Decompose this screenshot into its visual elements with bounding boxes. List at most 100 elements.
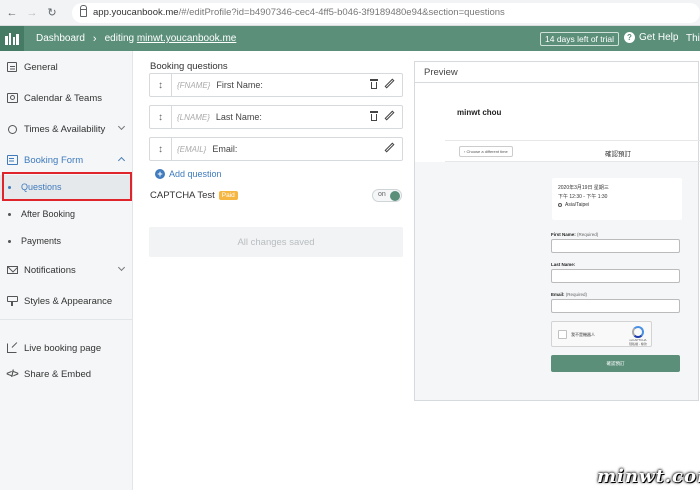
- forward-arrow-icon[interactable]: →: [26, 7, 38, 19]
- sidebar-item-label: Booking Form: [24, 154, 84, 166]
- sidebar-item-label: Share & Embed: [24, 368, 92, 380]
- back-arrow-icon[interactable]: ←: [6, 7, 18, 19]
- lock-icon: [80, 4, 88, 17]
- breadcrumb-editing: editing minwt.youcanbook.me: [105, 33, 237, 44]
- app-logo-icon[interactable]: [0, 26, 24, 51]
- recaptcha-brand: reCAPTCHA 隱私權 - 條款: [626, 338, 650, 346]
- watch-icon: [6, 123, 18, 135]
- recaptcha-text: 我不是機器人: [571, 332, 595, 337]
- toggle-state-label: on: [378, 191, 386, 198]
- plus-circle-icon: +: [155, 169, 165, 179]
- mail-icon: [6, 264, 18, 276]
- sidebar-item-label: General: [24, 61, 58, 73]
- recaptcha-widget: 我不是機器人 reCAPTCHA 隱私權 - 條款: [551, 321, 652, 347]
- trial-badge[interactable]: 14 days left of trial: [540, 32, 619, 46]
- preview-submit-button[interactable]: 確認預訂: [551, 355, 680, 372]
- paint-roller-icon: [6, 295, 18, 307]
- question-label: Last Name:: [215, 112, 262, 122]
- question-row-first-name[interactable]: ↕ {FNAME} First Name:: [149, 73, 403, 97]
- bullet-icon: [8, 212, 11, 216]
- header-overflow-text[interactable]: Thi: [686, 33, 700, 44]
- paid-badge: Paid: [218, 191, 238, 200]
- sidebar-subitem-payments[interactable]: Payments: [0, 229, 132, 253]
- preview-last-name-input[interactable]: [551, 269, 680, 283]
- drag-handle-icon[interactable]: ↕: [150, 74, 172, 96]
- add-question-button[interactable]: + Add question: [155, 169, 222, 179]
- sidebar: General Calendar & Teams Times & Availab…: [0, 51, 133, 490]
- preview-first-name-input[interactable]: [551, 239, 680, 253]
- recaptcha-logo-icon: [632, 326, 644, 338]
- booking-date: 2020年3月19日 星期三: [558, 185, 609, 191]
- question-tag: {FNAME}: [177, 80, 211, 90]
- preview-title: Preview: [415, 62, 698, 83]
- sidebar-item-notifications[interactable]: Notifications: [0, 258, 132, 282]
- sidebar-subitem-after-booking[interactable]: After Booking: [0, 202, 132, 226]
- url-path: /#/editProfile?id=b4907346-cec4-4ff5-b04…: [178, 7, 505, 18]
- drag-handle-icon[interactable]: ↕: [150, 106, 172, 128]
- bullet-icon: [8, 239, 11, 243]
- drag-handle-icon[interactable]: ↕: [150, 138, 172, 160]
- field-label-text: Email:: [551, 292, 565, 297]
- breadcrumb-dashboard[interactable]: Dashboard: [36, 33, 85, 44]
- pencil-icon[interactable]: [384, 79, 394, 89]
- add-question-label: Add question: [169, 169, 222, 179]
- recaptcha-checkbox[interactable]: [558, 330, 567, 339]
- globe-icon: [558, 203, 562, 208]
- sidebar-item-times[interactable]: Times & Availability: [0, 117, 132, 141]
- address-bar[interactable]: app.youcanbook.me/#/editProfile?id=b4907…: [72, 2, 700, 23]
- browser-toolbar: ← → ↻ app.youcanbook.me/#/editProfile?id…: [0, 0, 700, 26]
- choose-different-time-button[interactable]: ‹ Choose a different time: [459, 146, 513, 157]
- field-label-text: Last Name:: [551, 262, 576, 267]
- sidebar-item-live-page[interactable]: Live booking page: [0, 336, 132, 360]
- chevron-right-icon: ›: [92, 32, 97, 45]
- sidebar-item-label: Calendar & Teams: [24, 92, 102, 104]
- save-status-button: All changes saved: [149, 227, 403, 257]
- preview-email-label: Email: (Required): [551, 292, 587, 297]
- editing-link[interactable]: minwt.youcanbook.me: [137, 33, 237, 44]
- pencil-icon[interactable]: [384, 143, 394, 153]
- sidebar-item-share[interactable]: </> Share & Embed: [0, 362, 132, 386]
- pencil-icon[interactable]: [384, 111, 394, 121]
- question-row-email[interactable]: ↕ {EMAIL} Email:: [149, 137, 403, 161]
- question-label: Email:: [212, 144, 238, 154]
- preview-panel: Preview minwt chou ‹ Choose a different …: [414, 61, 700, 401]
- preview-last-name-label: Last Name:: [551, 262, 575, 267]
- booking-form-icon: [6, 154, 18, 166]
- question-row-last-name[interactable]: ↕ {LNAME} Last Name:: [149, 105, 403, 129]
- sidebar-item-label: Styles & Appearance: [24, 295, 113, 307]
- question-label: First Name:: [216, 80, 263, 90]
- chevron-up-icon: [117, 156, 126, 165]
- preview-nav-band: ‹ Choose a different time 確認預訂: [445, 140, 700, 162]
- sidebar-item-label: Times & Availability: [24, 123, 106, 135]
- chevron-down-icon: [117, 122, 126, 131]
- sidebar-item-general[interactable]: General: [0, 55, 132, 79]
- highlight-box: [2, 172, 132, 201]
- editing-prefix: editing: [104, 33, 135, 44]
- sidebar-item-calendar[interactable]: Calendar & Teams: [0, 86, 132, 110]
- reload-icon[interactable]: ↻: [46, 7, 58, 19]
- app-header: Dashboard › editing minwt.youcanbook.me …: [0, 26, 700, 51]
- captcha-toggle[interactable]: on: [372, 189, 402, 202]
- get-help-button[interactable]: ? Get Help: [624, 32, 678, 43]
- sidebar-item-label: Live booking page: [24, 342, 102, 354]
- preview-booking-summary: 2020年3月19日 星期三 下午 12:30 - 下午 1:30 Asia/T…: [552, 178, 682, 220]
- preview-email-input[interactable]: [551, 299, 680, 313]
- recaptcha-terms: 隱私權 - 條款: [629, 341, 647, 346]
- trash-icon[interactable]: [370, 111, 378, 121]
- section-title: Booking questions: [150, 61, 228, 72]
- question-tag: {EMAIL}: [177, 144, 207, 154]
- toggle-knob: [390, 191, 400, 201]
- url-host: app.youcanbook.me: [93, 7, 179, 18]
- required-note: (Required): [565, 292, 588, 297]
- field-label-text: First Name:: [551, 232, 576, 237]
- preview-confirm-title: 確認預訂: [605, 151, 631, 158]
- external-link-icon: [6, 342, 18, 354]
- sidebar-item-styles[interactable]: Styles & Appearance: [0, 289, 132, 313]
- preview-first-name-label: First Name: (Required): [551, 232, 598, 237]
- trash-icon[interactable]: [370, 79, 378, 89]
- preview-owner-name: minwt chou: [457, 108, 502, 117]
- code-icon: </>: [6, 368, 19, 380]
- sidebar-item-booking-form[interactable]: Booking Form: [0, 148, 132, 172]
- captcha-label: CAPTCHA Test: [150, 190, 215, 201]
- get-help-label: Get Help: [639, 32, 679, 43]
